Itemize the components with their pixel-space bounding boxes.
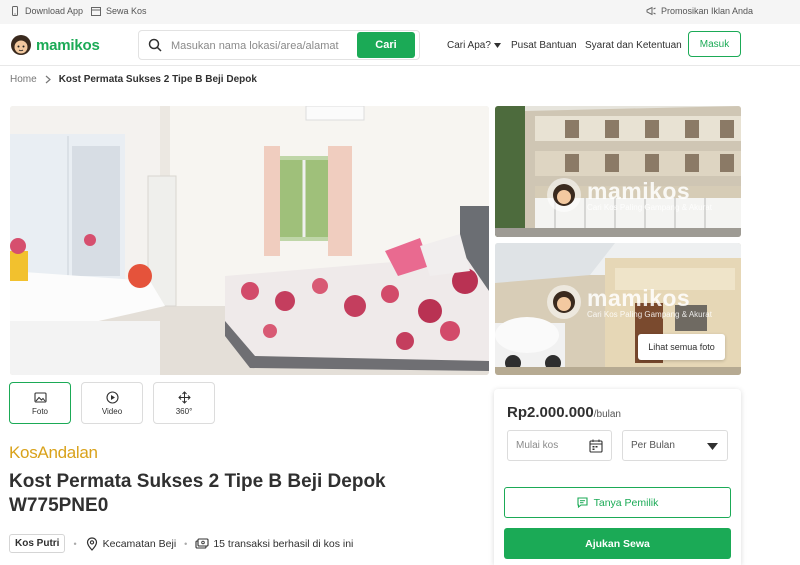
logo-text: mamikos: [36, 36, 100, 54]
separator-dot: •: [184, 538, 188, 549]
media-video-button[interactable]: Video: [81, 382, 143, 424]
move-icon: [177, 390, 191, 404]
transactions-label: 15 transaksi berhasil di kos ini: [213, 537, 354, 550]
megaphone-icon: [646, 6, 656, 16]
watermark-mascot-icon: [547, 178, 581, 212]
mamikos-mascot-icon: [11, 35, 31, 55]
breadcrumb: Home Kost Permata Sukses 2 Tipe B Beji D…: [10, 74, 257, 85]
price-period: /bulan: [593, 409, 621, 420]
media-photo-label: Foto: [31, 406, 48, 416]
promosikan-link[interactable]: Promosikan Iklan Anda: [646, 6, 753, 16]
bedroom-photo: [10, 106, 489, 375]
kos-andalan-badge: KosAndalan: [9, 443, 98, 463]
top-bar: Download App Sewa Kos Promosikan Iklan A…: [0, 0, 800, 24]
syarat-label: Syarat dan Ketentuan: [585, 40, 682, 51]
sewa-kos-link[interactable]: Sewa Kos: [91, 6, 147, 16]
pusat-bantuan-label: Pusat Bantuan: [511, 40, 577, 51]
main-navbar: mamikos Cari Cari Apa? Pusat Bantuan Sya…: [0, 24, 800, 66]
search-icon: [148, 38, 162, 52]
listing-meta: Kos Putri • Kecamatan Beji • 15 transaks…: [9, 534, 353, 553]
search-input[interactable]: [171, 36, 351, 56]
syarat-link[interactable]: Syarat dan Ketentuan: [585, 40, 682, 51]
booking-panel: Rp2.000.000/bulan Mulai kos Per Bulan Ta…: [494, 389, 741, 565]
pusat-bantuan-link[interactable]: Pusat Bantuan: [511, 40, 577, 51]
cari-apa-dropdown[interactable]: Cari Apa?: [447, 40, 501, 51]
breadcrumb-current: Kost Permata Sukses 2 Tipe B Beji Depok: [58, 74, 257, 85]
watermark-name: mamikos: [587, 178, 691, 204]
location-label: Kecamatan Beji: [102, 537, 177, 550]
play-icon: [105, 390, 119, 404]
mamikos-logo[interactable]: mamikos: [10, 34, 100, 56]
start-date-field[interactable]: Mulai kos: [507, 430, 612, 461]
download-app-label: Download App: [25, 6, 84, 16]
badge-kos: Kos: [9, 443, 38, 462]
location-info: Kecamatan Beji: [85, 536, 177, 551]
caret-down-icon: [493, 43, 501, 48]
masuk-button[interactable]: Masuk: [688, 31, 741, 57]
cari-apa-label: Cari Apa?: [447, 40, 491, 51]
side-photo-building[interactable]: mamikos Cari Kos Paling Gampang & Akurat: [495, 106, 741, 237]
ask-owner-button[interactable]: Tanya Pemilik: [504, 487, 731, 518]
watermark-2: mamikos Cari Kos Paling Gampang & Akurat: [547, 285, 712, 319]
building-photo: [495, 106, 741, 237]
price-value: Rp2.000.000: [507, 404, 594, 421]
watermark-tagline: Cari Kos Paling Gampang & Akurat: [587, 310, 712, 319]
main-photo[interactable]: [10, 106, 489, 375]
watermark-1: mamikos Cari Kos Paling Gampang & Akurat: [547, 178, 712, 212]
media-360-button[interactable]: 360°: [153, 382, 215, 424]
listing-title: Kost Permata Sukses 2 Tipe B Beji Depok …: [9, 471, 386, 516]
media-photo-button[interactable]: Foto: [9, 382, 71, 424]
search-button[interactable]: Cari: [357, 32, 415, 58]
image-icon: [33, 391, 47, 403]
ask-owner-label: Tanya Pemilik: [593, 496, 659, 509]
watermark-mascot-icon: [547, 285, 581, 319]
watermark-tagline: Cari Kos Paling Gampang & Akurat: [587, 203, 712, 212]
transaction-icon: [195, 537, 209, 549]
search-bar: Cari: [138, 30, 420, 60]
calendar-icon: [589, 439, 603, 453]
duration-select[interactable]: Per Bulan: [622, 430, 728, 461]
chat-icon: [577, 497, 588, 508]
gender-tag: Kos Putri: [9, 534, 66, 553]
promosikan-label: Promosikan Iklan Anda: [661, 6, 754, 16]
chevron-right-icon: [45, 75, 51, 84]
location-pin-icon: [86, 536, 97, 551]
apply-rent-button[interactable]: Ajukan Sewa: [504, 528, 731, 559]
caret-down-icon: [707, 443, 718, 450]
transactions-info: 15 transaksi berhasil di kos ini: [195, 537, 353, 551]
calendar-icon: [91, 7, 101, 16]
price-display: Rp2.000.000/bulan: [507, 404, 621, 421]
separator-dot: •: [73, 538, 77, 549]
watermark-name: mamikos: [587, 285, 691, 311]
media-360-label: 360°: [175, 406, 193, 416]
sewa-kos-label: Sewa Kos: [106, 6, 147, 16]
media-video-label: Video: [101, 406, 123, 416]
see-all-photos-button[interactable]: Lihat semua foto: [638, 334, 725, 360]
duration-value: Per Bulan: [631, 440, 675, 451]
badge-andalan: Andalan: [37, 443, 98, 462]
phone-icon: [12, 6, 18, 16]
breadcrumb-home[interactable]: Home: [10, 74, 37, 85]
start-date-placeholder: Mulai kos: [516, 440, 559, 451]
download-app-link[interactable]: Download App: [10, 6, 83, 16]
